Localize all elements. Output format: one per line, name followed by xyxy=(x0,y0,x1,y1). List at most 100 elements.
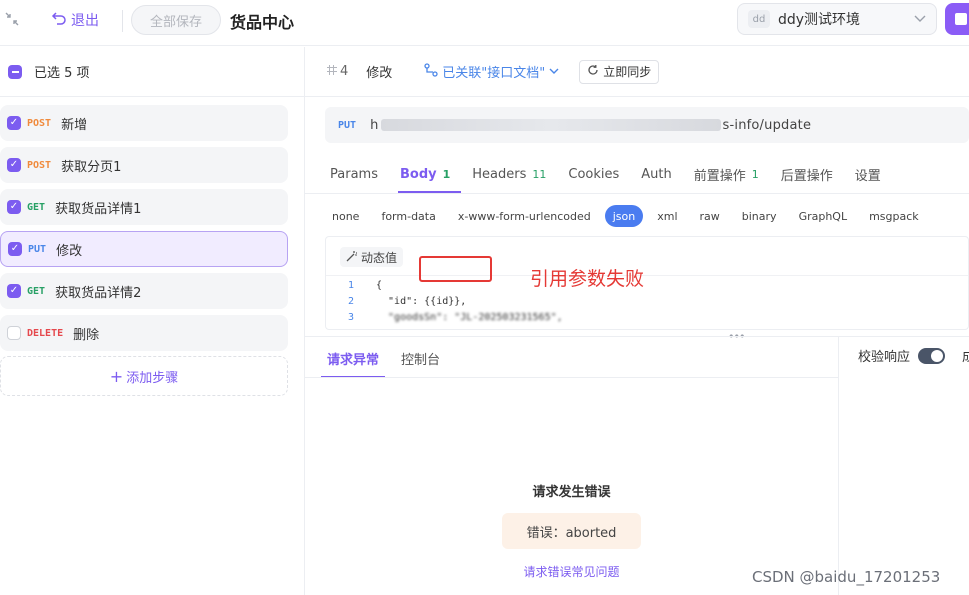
code-text: "id": {{id}}, xyxy=(376,295,467,307)
selection-row: 已选 5 项 xyxy=(0,47,305,97)
checkbox-checked[interactable]: ✓ xyxy=(8,242,22,256)
verify-toggle[interactable] xyxy=(918,347,946,364)
body-type-xml[interactable]: xml xyxy=(657,205,677,227)
tab-params[interactable]: Params xyxy=(330,155,389,193)
linked-doc-dropdown[interactable]: 已关联"接口文档" xyxy=(424,62,559,81)
checkbox-unchecked[interactable] xyxy=(7,326,21,340)
sync-label: 立即同步 xyxy=(603,65,652,79)
tab-label: 后置操作 xyxy=(780,168,833,184)
response-tabs: 请求异常 控制台 xyxy=(321,338,456,378)
checkbox-checked[interactable]: ✓ xyxy=(7,200,21,214)
body-type-graphql[interactable]: GraphQL xyxy=(799,205,848,227)
tab-label: Cookies xyxy=(568,166,620,182)
tab-label: Params xyxy=(330,166,378,182)
verify-label: 校验响应 xyxy=(858,350,911,365)
tab-count: 1 xyxy=(442,167,451,181)
save-all-button[interactable]: 全部保存 xyxy=(131,5,221,35)
verify-more-label: 成 xyxy=(962,350,969,365)
json-editor[interactable]: 动态值 1{2 "id": {{id}}, 3 "goodsSn": "JL-20… xyxy=(325,236,969,330)
step-item[interactable]: ✓ GET 获取货品详情1 xyxy=(0,189,288,225)
url-bar[interactable]: PUT h s-info/update xyxy=(325,107,969,143)
run-button[interactable] xyxy=(945,3,969,35)
stop-icon xyxy=(955,13,967,25)
error-highlight-box xyxy=(419,256,492,282)
body-type-msgpack[interactable]: msgpack xyxy=(869,205,919,227)
step-name: 删除 xyxy=(73,327,100,343)
environment-select[interactable]: dd ddy测试环境 xyxy=(737,3,937,35)
step-name: 获取货品详情2 xyxy=(55,285,142,301)
tab-auth[interactable]: Auth xyxy=(641,155,682,193)
step-name: 获取分页1 xyxy=(61,159,122,175)
tab-count: 1 xyxy=(751,167,759,181)
steps-panel: 已选 5 项 ✓ POST 新增 ✓ POST 获取分页1 ✓ GET 获取货品详情1 ✓ PUT 修… xyxy=(0,47,305,595)
body-type-selector: none form-data x-www-form-urlencoded json xm… xyxy=(332,204,941,228)
checkbox-checked[interactable]: ✓ xyxy=(7,284,21,298)
step-item[interactable]: ✓ POST 获取分页1 xyxy=(0,147,288,183)
tab-cookies[interactable]: Cookies xyxy=(568,155,630,193)
tab-label: 前置操作 xyxy=(693,168,746,184)
watermark: CSDN @baidu_17201253 xyxy=(752,568,941,586)
tab-设置[interactable]: 设置 xyxy=(855,155,892,193)
tab-后置操作[interactable]: 后置操作 xyxy=(781,155,844,193)
code-line: 2 "id": {{id}}, xyxy=(326,293,968,309)
tab-label: 设置 xyxy=(854,168,881,184)
step-method: PUT xyxy=(28,243,47,255)
url-start: h xyxy=(370,117,379,133)
body-type-binary[interactable]: binary xyxy=(742,205,777,227)
step-item[interactable]: ✓ PUT 修改 xyxy=(0,231,288,267)
url-text: h s-info/update xyxy=(370,118,811,133)
tab-count: 11 xyxy=(532,167,547,181)
tab-request-error[interactable]: 请求异常 xyxy=(321,338,386,378)
tab-body[interactable]: Body 1 xyxy=(397,155,462,193)
sync-now-button[interactable]: 立即同步 xyxy=(579,59,660,84)
chevron-down-icon xyxy=(549,64,559,79)
link-icon xyxy=(424,62,438,81)
body-type-json[interactable]: json xyxy=(604,205,644,227)
body-type-raw[interactable]: raw xyxy=(700,205,720,227)
tabs-divider xyxy=(305,193,969,194)
step-item[interactable]: ✓ POST 新增 xyxy=(0,105,288,141)
chevron-down-icon xyxy=(914,12,926,26)
tab-headers[interactable]: Headers 11 xyxy=(472,155,557,193)
step-item[interactable]: ✓ GET 获取货品详情2 xyxy=(0,273,288,309)
body-type-x-www-form-urlencoded[interactable]: x-www-form-urlencoded xyxy=(458,205,591,227)
select-all-checkbox[interactable] xyxy=(8,64,22,79)
add-step-button[interactable]: + 添加步骤 xyxy=(0,356,288,396)
error-detail: 错误：aborted xyxy=(502,513,641,549)
wand-icon xyxy=(346,250,358,265)
code-line: 3 "goodsSn": "JL-202503231565", xyxy=(326,309,968,325)
divider xyxy=(122,10,123,32)
add-step-label: 添加步骤 xyxy=(126,370,179,386)
response-tabs-divider xyxy=(305,377,838,378)
tab-前置操作[interactable]: 前置操作 1 xyxy=(694,155,770,193)
error-title: 请求发生错误 xyxy=(532,485,611,500)
tab-label: Body xyxy=(399,166,437,182)
bottom-divider xyxy=(305,336,969,337)
exit-button[interactable]: 退出 xyxy=(51,10,99,30)
step-item[interactable]: DELETE 删除 xyxy=(0,315,288,351)
url-method: PUT xyxy=(338,119,357,131)
annotation-text: 引用参数失败 xyxy=(530,268,645,290)
checkbox-checked[interactable]: ✓ xyxy=(7,158,21,172)
exit-label: 退出 xyxy=(71,13,99,29)
env-badge: dd xyxy=(748,10,770,28)
url-redacted xyxy=(380,119,721,131)
back-arrow-icon xyxy=(51,11,67,29)
checkbox-checked[interactable]: ✓ xyxy=(7,116,21,130)
body-type-none[interactable]: none xyxy=(332,205,359,227)
code-area[interactable]: 1{2 "id": {{id}}, 3 "goodsSn": "JL-202503… xyxy=(326,277,968,325)
body-type-form-data[interactable]: form-data xyxy=(381,205,435,227)
refresh-icon xyxy=(587,64,599,79)
response-vertical-divider xyxy=(838,337,839,595)
url-end: s-info/update xyxy=(722,117,812,133)
tab-console[interactable]: 控制台 xyxy=(395,338,446,378)
dynamic-value-label: 动态值 xyxy=(361,250,398,265)
line-number: 1 xyxy=(347,279,354,291)
step-method: POST xyxy=(27,117,52,129)
dynamic-value-button[interactable]: 动态值 xyxy=(340,247,404,267)
step-method: DELETE xyxy=(27,327,64,339)
code-text: "goodsSn": "JL-202503231565", xyxy=(376,311,563,323)
collapse-icon[interactable] xyxy=(4,11,22,29)
step-title[interactable]: 修改 xyxy=(366,62,392,81)
line-number: 2 xyxy=(347,295,354,307)
